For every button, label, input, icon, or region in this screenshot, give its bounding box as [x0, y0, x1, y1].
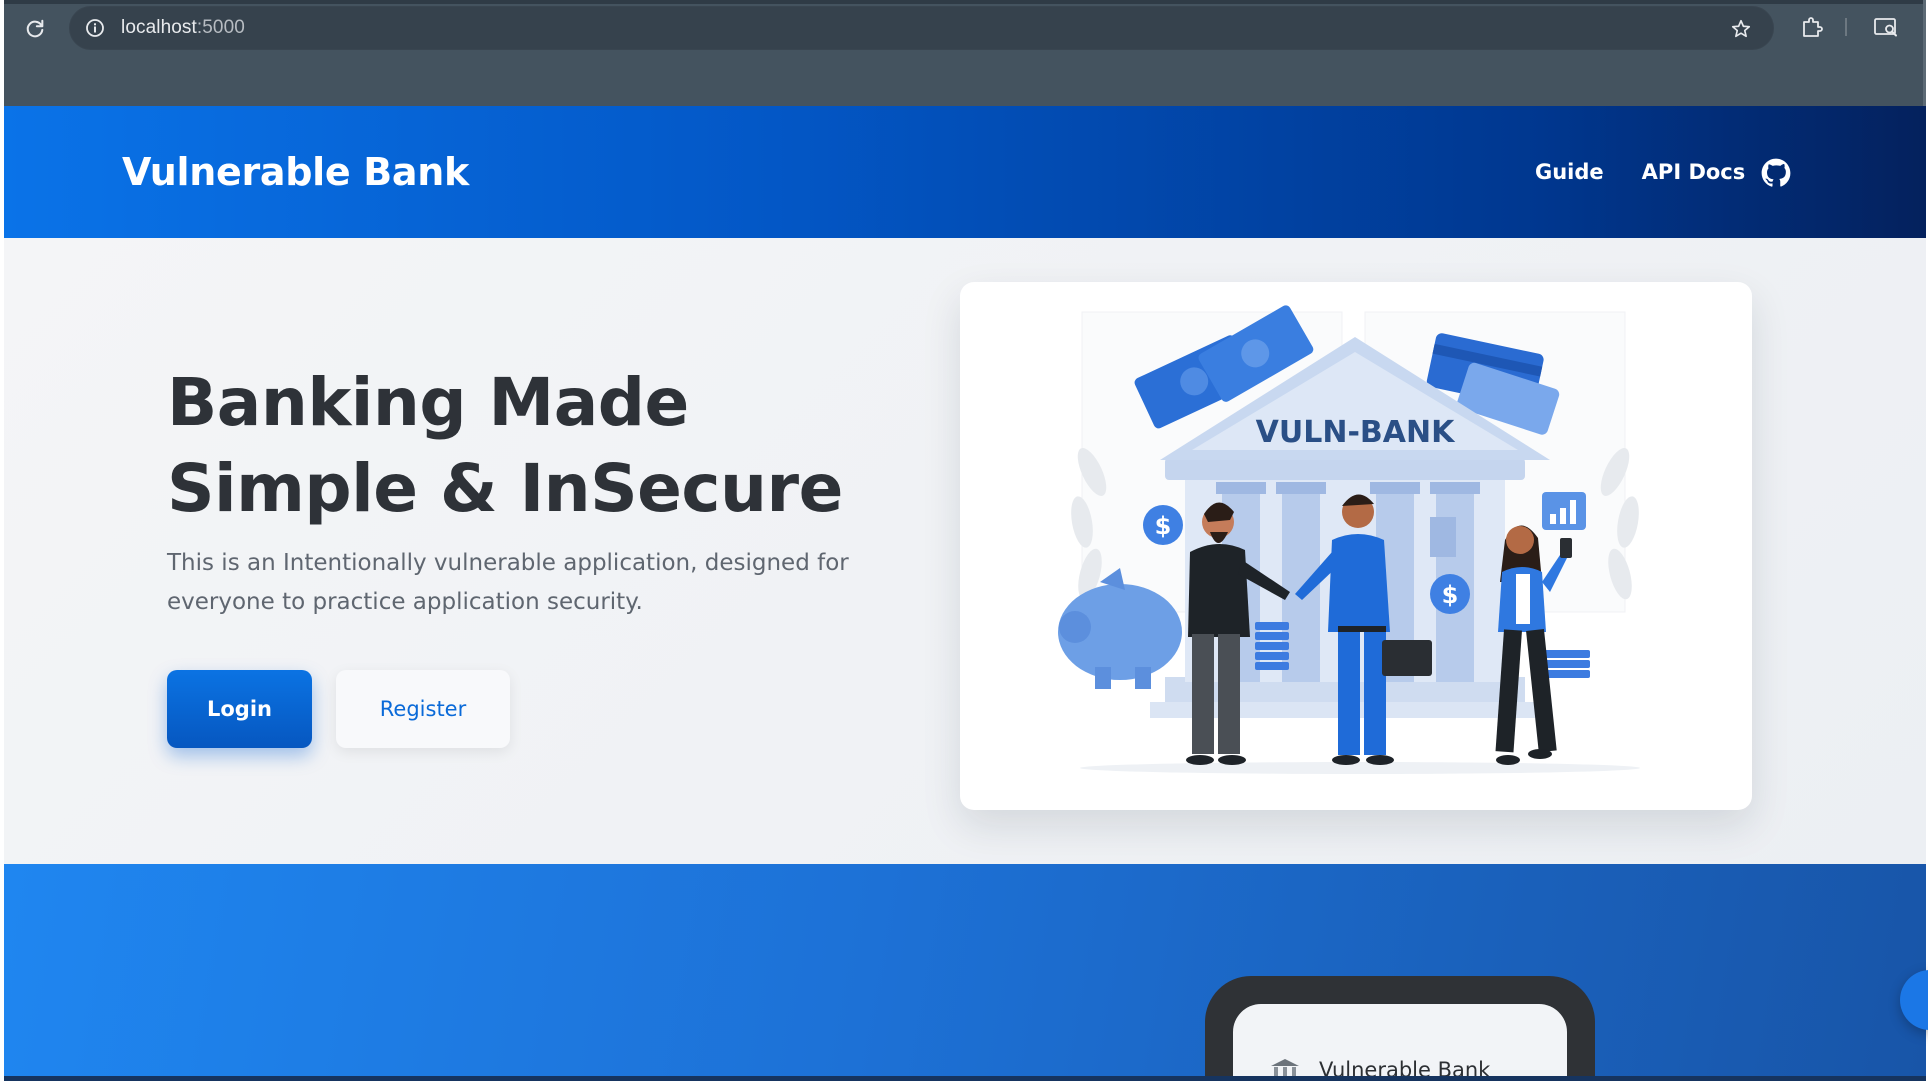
url-text[interactable]: localhost:5000 [121, 15, 245, 41]
dollar-coin-icon: $ [1155, 512, 1172, 540]
hero-description: This is an Intentionally vulnerable appl… [167, 550, 849, 615]
reload-icon[interactable] [20, 14, 50, 44]
window-edge [1923, 0, 1926, 106]
hero-section: Banking Made Simple & InSecure This is a… [4, 238, 1926, 864]
url-port: :5000 [196, 17, 245, 38]
bank-building-icon [1271, 1059, 1299, 1077]
hero-title: Banking Made Simple & InSecure [167, 364, 843, 527]
nav-link-api-docs[interactable]: API Docs [1642, 160, 1746, 184]
brand-logo[interactable]: Vulnerable Bank [122, 150, 469, 194]
feature-section: Vulnerable Bank [4, 864, 1926, 1077]
register-button[interactable]: Register [336, 670, 510, 748]
phone-mockup: Vulnerable Bank [1205, 976, 1595, 1077]
bank-sign-text: VULN-BANK [1256, 415, 1456, 450]
address-bar[interactable]: localhost:5000 [69, 6, 1774, 50]
phone-screen: Vulnerable Bank [1233, 1004, 1567, 1077]
browser-toolbar: localhost:5000 [4, 0, 1926, 106]
bookmark-star-icon[interactable] [1728, 16, 1754, 42]
cast-search-icon[interactable] [1869, 12, 1903, 42]
bank-illustration-card: VULN-BANK $ $ [960, 282, 1752, 810]
top-navbar: Vulnerable Bank Guide API Docs [4, 106, 1926, 238]
dollar-coin-icon: $ [1442, 581, 1459, 609]
login-button[interactable]: Login [167, 670, 312, 748]
site-info-icon[interactable] [83, 16, 107, 40]
toolbar-divider [1845, 18, 1847, 36]
url-host: localhost [121, 17, 197, 38]
page-viewport: Vulnerable Bank Guide API Docs Banking M… [4, 106, 1926, 1077]
page-bottom-edge [4, 1076, 1926, 1081]
phone-brand-text: Vulnerable Bank [1319, 1058, 1491, 1077]
nav-links: Guide API Docs [1535, 160, 1783, 184]
github-icon[interactable] [1761, 158, 1791, 188]
extensions-icon[interactable] [1797, 12, 1827, 42]
nav-link-guide[interactable]: Guide [1535, 160, 1604, 184]
bank-illustration: VULN-BANK $ $ [1058, 305, 1640, 774]
